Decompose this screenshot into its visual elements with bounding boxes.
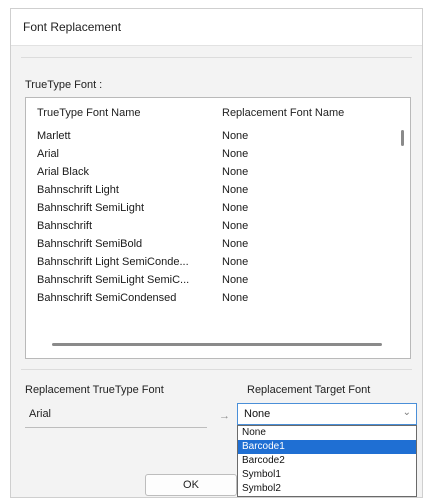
truetype-font-name-cell: Bahnschrift Light SemiConde...: [37, 256, 189, 268]
divider: [21, 57, 412, 58]
dropdown-option[interactable]: Barcode2: [238, 454, 416, 468]
chevron-down-icon[interactable]: ⌄: [403, 407, 411, 418]
table-row[interactable]: Arial Black None: [26, 164, 410, 182]
table-row[interactable]: Arial None: [26, 146, 410, 164]
table-row[interactable]: Bahnschrift SemiLight None: [26, 200, 410, 218]
vertical-scrollbar[interactable]: [401, 130, 404, 146]
truetype-font-name-cell: Bahnschrift SemiCondensed: [37, 292, 177, 304]
title-bar[interactable]: Font Replacement: [11, 9, 422, 46]
dialog-title: Font Replacement: [23, 20, 122, 34]
replacement-font-name-cell: None: [222, 274, 249, 286]
table-row[interactable]: Marlett None: [26, 128, 410, 146]
table-row[interactable]: Bahnschrift SemiLight SemiC... None: [26, 272, 410, 290]
column-header-truetype-font-name[interactable]: TrueType Font Name: [37, 107, 141, 119]
truetype-font-name-cell: Bahnschrift: [37, 220, 93, 232]
dropdown-option[interactable]: Symbol1: [238, 468, 416, 482]
table-row[interactable]: Bahnschrift SemiCondensed None: [26, 290, 410, 308]
replacement-font-name-cell: None: [222, 238, 249, 250]
arrow-right-icon: →: [219, 410, 230, 422]
replacement-target-font-dropdown: None Barcode1 Barcode2 Symbol1 Symbol2: [237, 425, 417, 497]
replacement-font-name-cell: None: [222, 292, 249, 304]
truetype-font-group-label: TrueType Font :: [25, 79, 103, 91]
dropdown-option[interactable]: Barcode1: [238, 440, 416, 454]
truetype-font-name-cell: Bahnschrift Light: [37, 184, 119, 196]
replacement-font-name-cell: None: [222, 130, 249, 142]
truetype-font-list[interactable]: TrueType Font Name Replacement Font Name…: [25, 97, 411, 359]
font-rows: Marlett None Arial None Arial Black None Bahns…: [26, 128, 410, 308]
replacement-truetype-font-value: Arial: [29, 408, 52, 420]
truetype-font-name-cell: Bahnschrift SemiBold: [37, 238, 143, 250]
table-row[interactable]: Bahnschrift SemiBold None: [26, 236, 410, 254]
source-field-underline: [25, 427, 207, 428]
truetype-font-name-cell: Arial: [37, 148, 60, 160]
divider: [21, 369, 412, 370]
replacement-target-font-value: None: [244, 408, 271, 420]
dropdown-option[interactable]: Symbol2: [238, 482, 416, 496]
replacement-truetype-font-label: Replacement TrueType Font: [25, 384, 164, 396]
font-replacement-dialog: Font Replacement TrueType Font : TrueTyp…: [10, 8, 423, 498]
replacement-font-name-cell: None: [222, 166, 249, 178]
replacement-font-name-cell: None: [222, 202, 249, 214]
table-row[interactable]: Bahnschrift None: [26, 218, 410, 236]
ok-button[interactable]: OK: [145, 474, 237, 496]
replacement-target-font-label: Replacement Target Font: [247, 384, 371, 396]
dropdown-option[interactable]: None: [238, 426, 416, 440]
column-header-replacement-font-name[interactable]: Replacement Font Name: [222, 107, 344, 119]
truetype-font-name-cell: Bahnschrift SemiLight SemiC...: [37, 274, 190, 286]
replacement-target-font-select[interactable]: None ⌄: [237, 403, 417, 425]
replacement-font-name-cell: None: [222, 220, 249, 232]
truetype-font-name-cell: Arial Black: [37, 166, 89, 178]
replacement-font-name-cell: None: [222, 184, 249, 196]
horizontal-scrollbar[interactable]: [52, 343, 382, 346]
truetype-font-name-cell: Bahnschrift SemiLight: [37, 202, 144, 214]
replacement-font-name-cell: None: [222, 148, 249, 160]
table-row[interactable]: Bahnschrift Light SemiConde... None: [26, 254, 410, 272]
truetype-font-name-cell: Marlett: [37, 130, 71, 142]
table-row[interactable]: Bahnschrift Light None: [26, 182, 410, 200]
replacement-font-name-cell: None: [222, 256, 249, 268]
